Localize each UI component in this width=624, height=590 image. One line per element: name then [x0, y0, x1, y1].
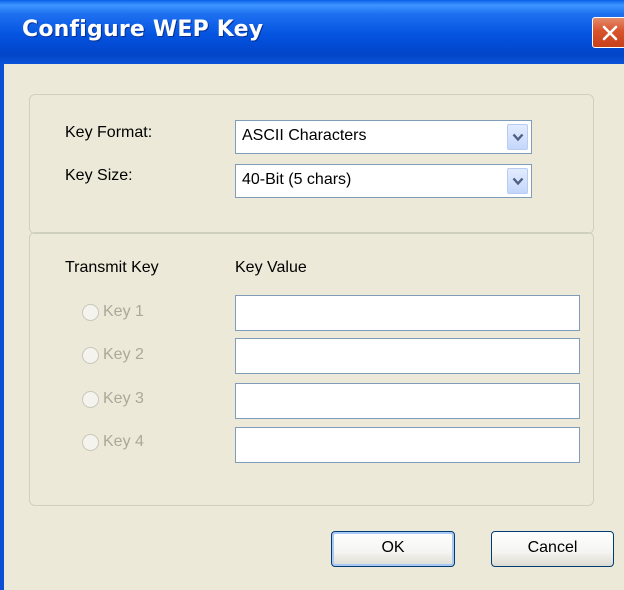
key-size-select[interactable]: 40-Bit (5 chars): [235, 164, 532, 198]
key-4-value-field[interactable]: [235, 427, 580, 463]
key-2-radio[interactable]: [82, 347, 99, 364]
key-3-label: Key 3: [103, 390, 144, 407]
key-format-value: ASCII Characters: [242, 127, 367, 144]
key-format-select[interactable]: ASCII Characters: [235, 120, 532, 154]
key-2-value-field[interactable]: [235, 338, 580, 374]
key-1-label: Key 1: [103, 303, 144, 320]
key-3-radio[interactable]: [82, 391, 99, 408]
key-1-radio[interactable]: [82, 304, 99, 321]
cancel-button[interactable]: Cancel: [491, 531, 614, 567]
chevron-down-icon: [512, 177, 524, 186]
key-1-value-field[interactable]: [235, 295, 580, 331]
key-4-radio[interactable]: [82, 434, 99, 451]
close-icon: [602, 25, 618, 41]
key-4-label: Key 4: [103, 433, 144, 450]
title-bar[interactable]: Configure WEP Key: [0, 0, 624, 64]
chevron-down-icon: [512, 133, 524, 142]
key-size-label: Key Size:: [65, 167, 133, 184]
key-format-label: Key Format:: [65, 124, 153, 141]
window-frame: [0, 64, 4, 590]
key-format-dropdown-button[interactable]: [507, 124, 528, 150]
close-button[interactable]: [592, 17, 624, 48]
key-size-dropdown-button[interactable]: [507, 168, 528, 194]
key-3-value-field[interactable]: [235, 383, 580, 419]
key-size-value: 40-Bit (5 chars): [242, 171, 352, 188]
ok-button[interactable]: OK: [331, 531, 455, 567]
key-value-header: Key Value: [235, 259, 307, 276]
window-title: Configure WEP Key: [22, 17, 264, 42]
transmit-key-header: Transmit Key: [65, 259, 159, 276]
key-2-label: Key 2: [103, 346, 144, 363]
